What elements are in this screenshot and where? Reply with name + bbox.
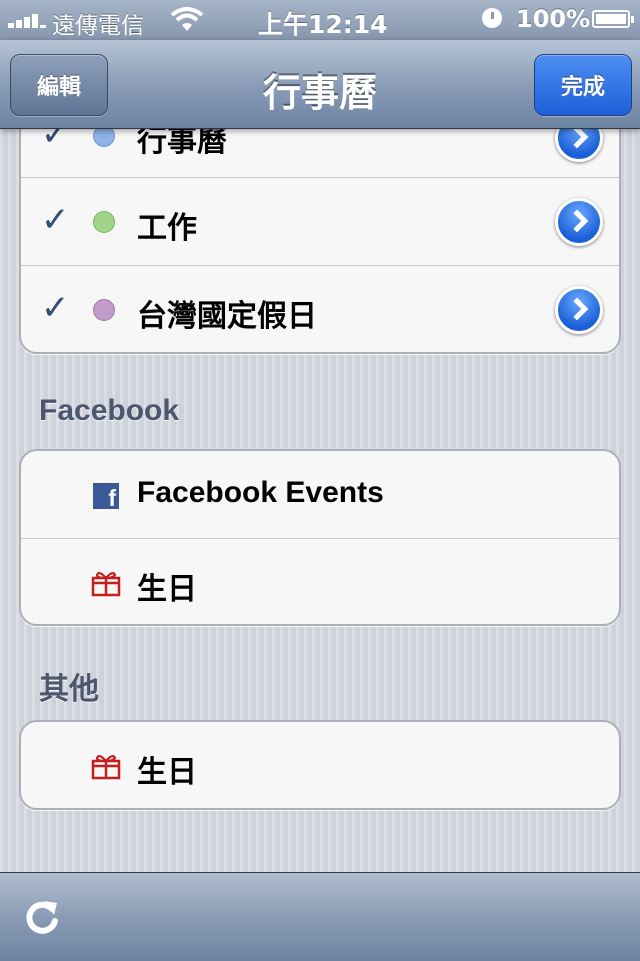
disclosure-arrow-icon[interactable] bbox=[555, 198, 603, 246]
bottom-toolbar bbox=[0, 872, 640, 961]
calendar-color-dot bbox=[93, 299, 115, 321]
facebook-events-label: Facebook Events bbox=[137, 476, 384, 509]
gift-icon bbox=[91, 571, 121, 597]
facebook-list-group: f Facebook Events 生日 bbox=[19, 449, 621, 626]
section-header-other: 其他 bbox=[39, 672, 99, 707]
battery-percentage: 100% bbox=[516, 5, 591, 33]
calendar-row[interactable]: ✓ 工作 bbox=[21, 178, 619, 266]
wifi-icon bbox=[170, 7, 204, 31]
calendar-label: 台灣國定假日 bbox=[137, 299, 317, 334]
facebook-icon: f bbox=[93, 483, 119, 509]
signal-strength-icon bbox=[8, 12, 48, 28]
status-bar: 遠傳電信 上午12:14 100% bbox=[0, 0, 640, 40]
checkmark-icon: ✓ bbox=[41, 288, 70, 328]
carrier-name: 遠傳電信 bbox=[52, 13, 144, 39]
clock-time: 上午12:14 bbox=[258, 10, 388, 39]
battery-icon bbox=[592, 10, 634, 28]
calendar-label: 工作 bbox=[137, 211, 197, 246]
checkmark-icon: ✓ bbox=[41, 200, 70, 240]
birthday-label: 生日 bbox=[137, 755, 197, 790]
calendar-row[interactable]: ✓ 台灣國定假日 bbox=[21, 266, 619, 352]
birthday-row[interactable]: 生日 bbox=[21, 722, 619, 808]
birthday-row[interactable]: 生日 bbox=[21, 539, 619, 624]
navigation-bar: 編輯 行事曆 完成 bbox=[0, 40, 640, 129]
alarm-clock-icon bbox=[482, 8, 502, 28]
birthday-label: 生日 bbox=[137, 572, 197, 607]
calendar-color-dot bbox=[93, 211, 115, 233]
gift-icon bbox=[91, 754, 121, 780]
done-button[interactable]: 完成 bbox=[534, 54, 632, 116]
refresh-icon[interactable] bbox=[22, 897, 62, 937]
disclosure-arrow-icon[interactable] bbox=[555, 286, 603, 334]
other-list-group: 生日 bbox=[19, 720, 621, 810]
facebook-events-row[interactable]: f Facebook Events bbox=[21, 451, 619, 539]
section-header-facebook: Facebook bbox=[39, 394, 180, 427]
